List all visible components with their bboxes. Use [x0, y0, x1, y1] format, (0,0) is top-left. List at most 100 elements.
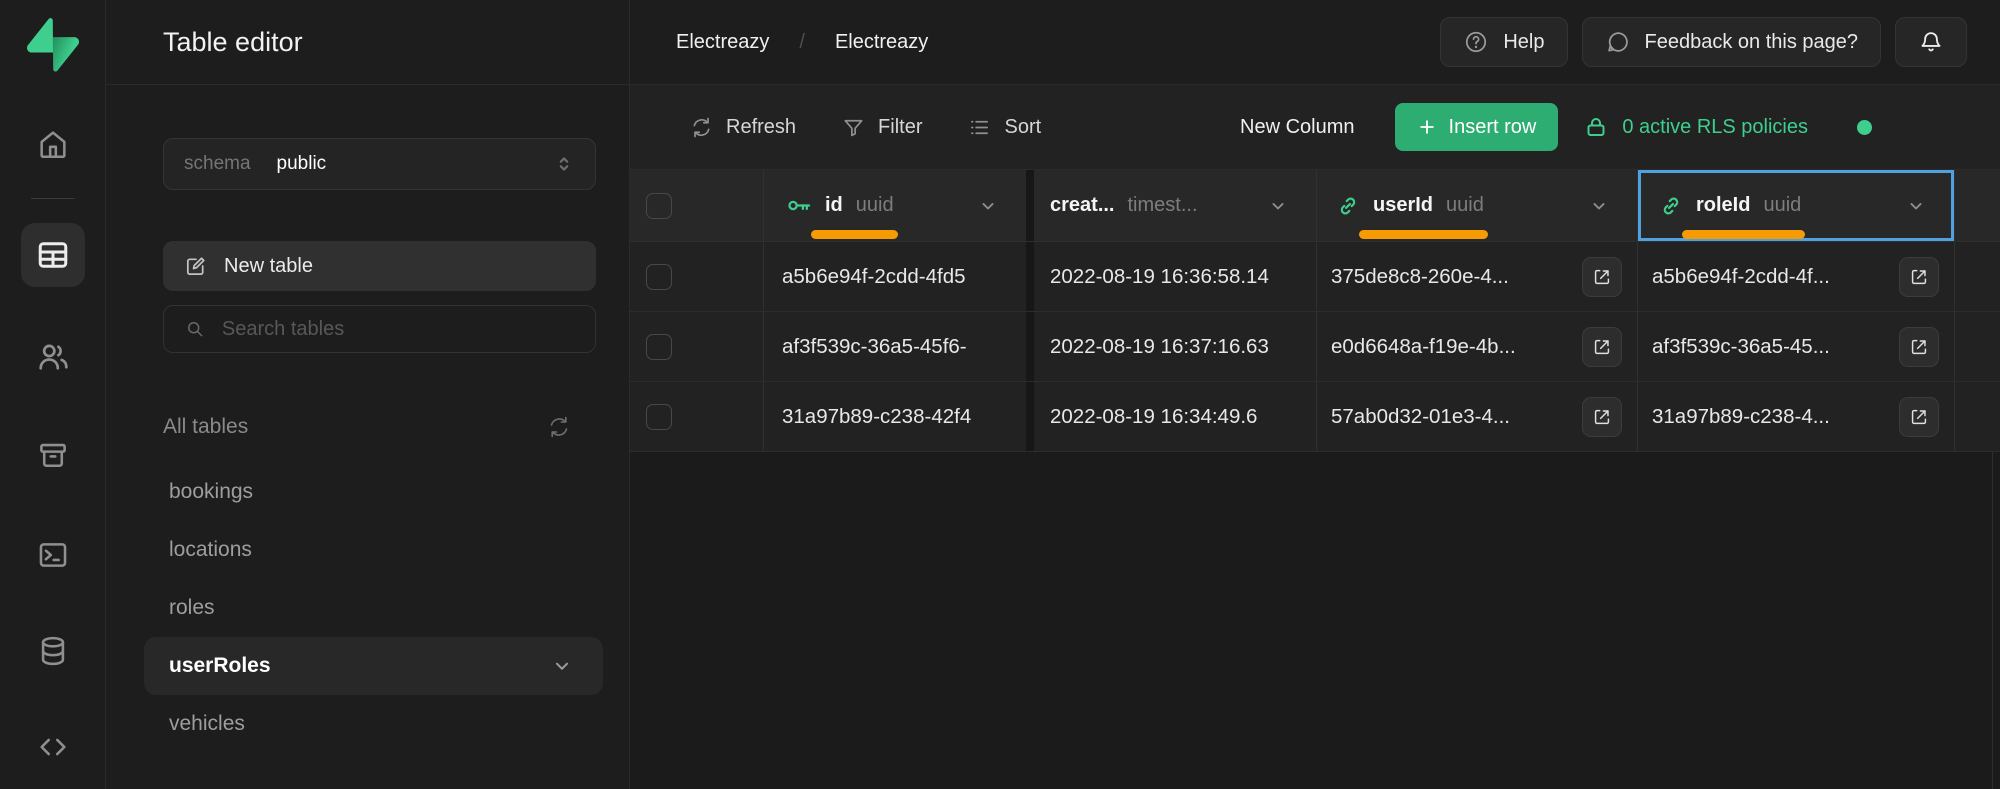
column-name: userId [1373, 194, 1434, 216]
all-tables-label: All tables [163, 415, 249, 438]
row-checkbox[interactable] [646, 403, 672, 430]
notifications-button[interactable] [1895, 17, 1967, 67]
sort-label: Sort [1004, 115, 1042, 138]
select-chevrons-icon [553, 153, 575, 175]
feedback-button[interactable]: Feedback on this page? [1581, 17, 1881, 67]
open-reference-button[interactable] [1582, 256, 1622, 297]
column-header-id[interactable]: id uuid [764, 170, 1026, 241]
table-row: af3f539c-36a5-45f6- 2022-08-19 16:37:16.… [630, 312, 2000, 382]
column-type: uuid [1446, 194, 1484, 216]
column-name: id [825, 194, 843, 216]
rls-policies-button[interactable]: 0 active RLS policies [1584, 115, 1808, 139]
grid-header-row: id uuid creat... timest... userId uuid r… [630, 170, 2000, 242]
search-tables-box [163, 305, 596, 353]
cell-id[interactable]: a5b6e94f-2cdd-4fd5 [764, 242, 1026, 311]
page-title: Table editor [106, 0, 629, 85]
cell-created-at[interactable]: 2022-08-19 16:37:16.63 [1034, 312, 1317, 381]
api-docs-icon[interactable] [32, 727, 74, 767]
cell-roleId[interactable]: a5b6e94f-2cdd-4f... [1638, 242, 1955, 311]
grid-toolbar: Refresh Filter Sort New Column Insert ro… [630, 85, 2000, 170]
cell-roleId[interactable]: af3f539c-36a5-45... [1638, 312, 1955, 381]
home-icon[interactable] [32, 124, 74, 164]
tables-list: bookings locations roles userRoles vehic… [144, 463, 603, 753]
refresh-button[interactable]: Refresh [690, 116, 796, 139]
search-tables-input[interactable] [221, 317, 574, 341]
storage-icon[interactable] [32, 435, 74, 475]
rail-divider [30, 198, 75, 199]
column-header-roleId-selected[interactable]: roleId uuid [1638, 170, 1955, 241]
select-all-checkbox[interactable] [646, 192, 672, 219]
column-type: uuid [855, 194, 894, 216]
column-resize-gap[interactable] [1026, 170, 1034, 241]
breadcrumb: Electreazy / Electreazy [676, 31, 928, 54]
table-list-item-locations[interactable]: locations [144, 521, 603, 579]
open-reference-button[interactable] [1582, 396, 1622, 437]
new-table-label: New table [224, 254, 313, 277]
filter-label: Filter [878, 115, 923, 138]
status-dot [1857, 119, 1872, 135]
refresh-tables-icon[interactable] [547, 415, 571, 439]
header-checkbox-cell [630, 170, 764, 241]
cell-created-at[interactable]: 2022-08-19 16:36:58.14 [1034, 242, 1317, 311]
cell-userId[interactable]: e0d6648a-f19e-4b... [1317, 312, 1638, 381]
table-list-item-userRoles[interactable]: userRoles [144, 637, 603, 695]
header-filler [1955, 170, 1992, 241]
nav-rail [0, 0, 106, 789]
new-table-button[interactable]: New table [163, 241, 596, 291]
schema-select[interactable]: schema public [163, 138, 596, 190]
schema-value: public [276, 153, 327, 174]
column-name: roleId [1696, 194, 1751, 216]
table-row: 31a97b89-c238-42f4 2022-08-19 16:34:49.6… [630, 382, 2000, 452]
cell-id[interactable]: 31a97b89-c238-42f4 [764, 382, 1026, 451]
rls-policies-label: 0 active RLS policies [1622, 115, 1808, 138]
cell-id[interactable]: af3f539c-36a5-45f6- [764, 312, 1026, 381]
insert-row-label: Insert row [1448, 115, 1537, 138]
supabase-table-editor: Table editor schema public New table All… [0, 0, 2000, 789]
new-column-button[interactable]: New Column [1240, 116, 1354, 139]
open-reference-button[interactable] [1899, 256, 1939, 297]
column-type: timest... [1127, 194, 1198, 216]
table-list-item-vehicles[interactable]: vehicles [144, 695, 603, 753]
column-menu-chevron-icon[interactable] [1268, 196, 1288, 216]
refresh-label: Refresh [726, 115, 797, 138]
cell-userId[interactable]: 375de8c8-260e-4... [1317, 242, 1638, 311]
insert-row-button[interactable]: Insert row [1394, 103, 1559, 151]
open-reference-button[interactable] [1582, 326, 1622, 367]
column-type: uuid [1763, 194, 1802, 216]
column-menu-chevron-icon[interactable] [978, 196, 998, 216]
feedback-label: Feedback on this page? [1644, 30, 1859, 53]
row-checkbox[interactable] [646, 333, 672, 360]
table-list-item-roles[interactable]: roles [144, 579, 603, 637]
table-row: a5b6e94f-2cdd-4fd5 2022-08-19 16:36:58.1… [630, 242, 2000, 312]
breadcrumb-separator: / [799, 30, 805, 53]
main-area: Electreazy / Electreazy Help Feedback on… [630, 0, 2000, 789]
row-checkbox[interactable] [646, 263, 672, 290]
open-reference-button[interactable] [1899, 396, 1939, 437]
column-header-created-at[interactable]: creat... timest... [1034, 170, 1317, 241]
help-button[interactable]: Help [1440, 17, 1568, 67]
open-reference-button[interactable] [1899, 326, 1939, 367]
breadcrumb-page[interactable]: Electreazy [835, 31, 928, 54]
sql-editor-icon[interactable] [32, 535, 74, 575]
table-editor-sidebar: Table editor schema public New table All… [106, 0, 630, 789]
breadcrumb-project[interactable]: Electreazy [676, 31, 769, 54]
filter-button[interactable]: Filter [842, 116, 922, 139]
column-menu-chevron-icon[interactable] [1906, 196, 1926, 216]
column-name: creat... [1050, 194, 1115, 216]
column-menu-chevron-icon[interactable] [1589, 196, 1609, 216]
data-grid: id uuid creat... timest... userId uuid r… [630, 170, 2000, 452]
table-list-item-bookings[interactable]: bookings [144, 463, 603, 521]
database-icon[interactable] [32, 631, 74, 671]
sort-button[interactable]: Sort [968, 116, 1041, 139]
cell-roleId[interactable]: 31a97b89-c238-4... [1638, 382, 1955, 451]
supabase-logo[interactable] [26, 18, 79, 72]
cell-created-at[interactable]: 2022-08-19 16:34:49.6 [1034, 382, 1317, 451]
top-header: Electreazy / Electreazy Help Feedback on… [630, 0, 2000, 85]
chevron-down-icon[interactable] [551, 655, 573, 677]
auth-users-icon[interactable] [32, 337, 74, 377]
schema-label: schema [184, 153, 251, 174]
table-editor-icon[interactable] [20, 223, 85, 287]
help-label: Help [1503, 30, 1545, 53]
column-header-userId[interactable]: userId uuid [1317, 170, 1638, 241]
cell-userId[interactable]: 57ab0d32-01e3-4... [1317, 382, 1638, 451]
